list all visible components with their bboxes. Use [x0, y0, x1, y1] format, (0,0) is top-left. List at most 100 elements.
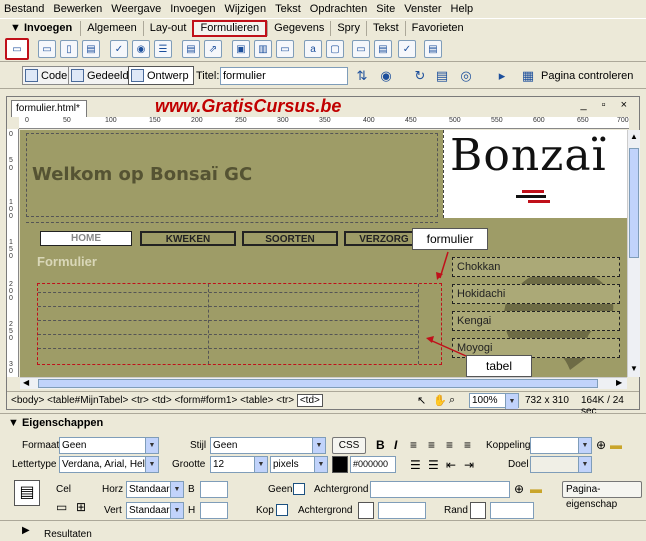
menu-site[interactable]: Site: [376, 3, 395, 15]
tag-table[interactable]: <table#MijnTabel>: [47, 395, 128, 406]
color-swatch[interactable]: [332, 456, 348, 473]
unit-select[interactable]: pixels ▼: [270, 456, 328, 473]
align-right-icon[interactable]: ≡: [446, 438, 453, 452]
tag-table-inner[interactable]: <table>: [240, 395, 273, 406]
document-tab[interactable]: formulier.html*: [11, 100, 87, 117]
select-tool-icon[interactable]: ↖: [417, 394, 426, 407]
hidden-field-icon[interactable]: ▯: [60, 40, 78, 58]
jump-menu-icon[interactable]: ⇗: [204, 40, 222, 58]
radio-button-icon[interactable]: ◉: [132, 40, 150, 58]
height-input[interactable]: [200, 502, 228, 519]
form-region[interactable]: [37, 283, 442, 365]
menu-bestand[interactable]: Bestand: [4, 3, 44, 15]
bg-image-input[interactable]: [370, 481, 510, 498]
hand-tool-icon[interactable]: ✋: [433, 394, 447, 407]
tab-algemeen[interactable]: Algemeen: [80, 20, 143, 36]
ordered-list-icon[interactable]: ☰: [428, 458, 439, 472]
file-field-icon[interactable]: ▥: [254, 40, 272, 58]
fieldset-icon[interactable]: ▢: [326, 40, 344, 58]
target-select[interactable]: ▼: [530, 456, 592, 473]
menu-wijzigen[interactable]: Wijzigen: [225, 3, 267, 15]
align-left-icon[interactable]: ≡: [410, 438, 417, 452]
label-icon[interactable]: a: [304, 40, 322, 58]
scroll-down-icon[interactable]: ▼: [630, 364, 638, 373]
menu-bewerken[interactable]: Bewerken: [53, 3, 102, 15]
form-icon[interactable]: ▭: [5, 38, 29, 60]
page-properties-button[interactable]: Pagina-eigenschap: [562, 481, 642, 510]
design-view-button[interactable]: Ontwerp: [128, 66, 194, 85]
check-page-icon[interactable]: ▦: [520, 68, 536, 84]
tag-tr-inner[interactable]: <tr>: [276, 395, 294, 406]
tab-tekst[interactable]: Tekst: [365, 20, 405, 36]
check-page-label[interactable]: Pagina controleren: [541, 70, 633, 82]
merge-cells-icon[interactable]: ▭: [56, 500, 67, 514]
scrollbar-thumb[interactable]: [629, 148, 639, 258]
style-select[interactable]: Geen ▼: [210, 437, 326, 454]
italic-icon[interactable]: I: [394, 438, 397, 452]
unordered-list-icon[interactable]: ☰: [410, 458, 421, 472]
tab-gegevens[interactable]: Gegevens: [267, 20, 330, 36]
image-field-icon[interactable]: ▣: [232, 40, 250, 58]
tab-formulieren[interactable]: Formulieren: [192, 19, 268, 37]
outdent-icon[interactable]: ⇤: [446, 458, 456, 472]
color-input[interactable]: #000000: [350, 456, 396, 473]
button-icon[interactable]: ▭: [276, 40, 294, 58]
indent-icon[interactable]: ⇥: [464, 458, 474, 472]
spry-text-icon[interactable]: ▭: [352, 40, 370, 58]
split-cells-icon[interactable]: ⊞: [76, 500, 86, 514]
zoom-tool-icon[interactable]: ⌕: [449, 394, 455, 407]
menu-tekst[interactable]: Tekst: [275, 3, 301, 15]
tab-layout[interactable]: Lay-out: [142, 20, 193, 36]
zoom-select[interactable]: 100% ▼: [469, 393, 519, 409]
radio-group-icon[interactable]: ☰: [154, 40, 172, 58]
text-field-icon[interactable]: ▭: [38, 40, 56, 58]
nav-home[interactable]: HOME: [40, 231, 132, 246]
split-view-button[interactable]: Gedeeld: [68, 66, 134, 85]
bold-icon[interactable]: B: [376, 438, 385, 452]
validate-icon[interactable]: ▸: [494, 68, 510, 84]
menu-help[interactable]: Help: [451, 3, 474, 15]
spry-select-icon[interactable]: ▤: [374, 40, 392, 58]
border-color-input[interactable]: [490, 502, 534, 519]
vert-select[interactable]: Standaard ▼: [126, 502, 184, 519]
menu-venster[interactable]: Venster: [404, 3, 441, 15]
title-input[interactable]: formulier: [220, 67, 348, 85]
size-select[interactable]: 12 ▼: [210, 456, 268, 473]
format-select[interactable]: Geen ▼: [59, 437, 159, 454]
css-button[interactable]: CSS: [332, 437, 366, 454]
list-menu-icon[interactable]: ▤: [182, 40, 200, 58]
folder-icon[interactable]: ▬: [530, 482, 542, 496]
vertical-scrollbar[interactable]: ▲ ▼: [627, 130, 640, 377]
menu-weergave[interactable]: Weergave: [111, 3, 161, 15]
view-options-icon[interactable]: ▤: [434, 68, 450, 84]
tag-tr[interactable]: <tr>: [131, 395, 149, 406]
font-select[interactable]: Verdana, Arial, Hel ▼: [59, 456, 159, 473]
tag-td-selected[interactable]: <td>: [296, 394, 323, 407]
spry-textarea-icon[interactable]: ▤: [424, 40, 442, 58]
scrollbar-thumb[interactable]: [38, 379, 598, 388]
tab-spry[interactable]: Spry: [330, 20, 366, 36]
scroll-left-icon[interactable]: ◀: [23, 378, 29, 387]
header-checkbox[interactable]: [276, 504, 288, 516]
window-controls[interactable]: _ ▫ ×: [580, 99, 633, 111]
insert-panel-header[interactable]: ▼ Invoegen: [0, 22, 72, 34]
align-justify-icon[interactable]: ≡: [464, 438, 471, 452]
preview-browser-icon[interactable]: ◉: [378, 68, 394, 84]
menu-invoegen[interactable]: Invoegen: [170, 3, 215, 15]
checkbox-icon[interactable]: ✓: [110, 40, 128, 58]
window-size[interactable]: 732 x 310: [525, 395, 569, 406]
nav-soorten[interactable]: SOORTEN: [242, 231, 338, 246]
scroll-right-icon[interactable]: ▶: [616, 378, 622, 387]
design-canvas[interactable]: Welkom op Bonsaï GC Bonzaï HOME KWEKEN S…: [20, 130, 627, 377]
nav-kweken[interactable]: KWEKEN: [140, 231, 236, 246]
bg-color-swatch[interactable]: [358, 502, 374, 519]
tag-form[interactable]: <form#form1>: [175, 395, 238, 406]
spry-checkbox-icon[interactable]: ✓: [398, 40, 416, 58]
visual-aids-icon[interactable]: ◎: [458, 68, 474, 84]
nowrap-checkbox[interactable]: [293, 483, 305, 495]
results-panel[interactable]: ▶ Resultaten: [0, 520, 646, 541]
align-center-icon[interactable]: ≡: [428, 438, 435, 452]
horz-select[interactable]: Standaard ▼: [126, 481, 184, 498]
point-to-file-icon[interactable]: ⊕: [514, 482, 524, 496]
file-management-icon[interactable]: ⇅: [354, 68, 370, 84]
